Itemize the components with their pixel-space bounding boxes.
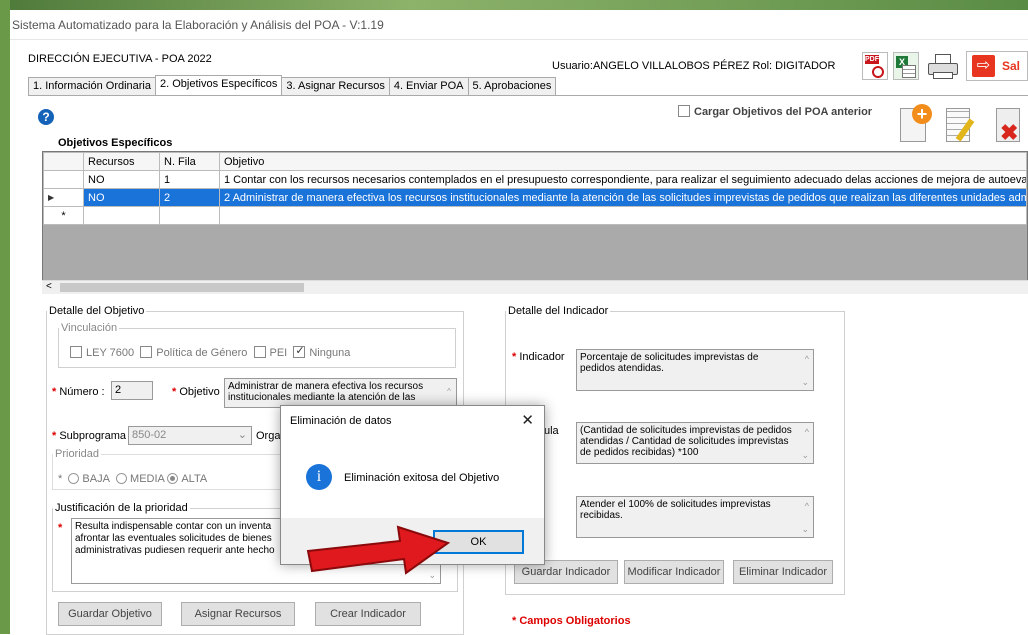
checkbox-icon	[678, 105, 690, 117]
new-row-icon: *	[43, 206, 84, 225]
vinculacion-checkboxes: LEY 7600 Política de Género PEI Ninguna	[70, 344, 350, 359]
vinculacion-legend: Vinculación	[61, 322, 118, 334]
column-header-recursos[interactable]: Recursos	[83, 152, 160, 171]
help-icon[interactable]: ?	[38, 109, 54, 125]
justificacion-required: *	[58, 522, 63, 534]
dialog-title: Eliminación de datos	[290, 415, 392, 427]
edit-document-icon[interactable]	[944, 104, 978, 144]
scroll-down-icon[interactable]: ⌄	[801, 450, 809, 461]
new-row[interactable]: *	[43, 206, 1027, 225]
scroll-arrows-icon[interactable]: ^	[444, 381, 454, 403]
meta-field[interactable]: Atender el 100% de solicitudes imprevist…	[576, 496, 814, 538]
cell-objetivo[interactable]: 2 Administrar de manera efectiva los rec…	[219, 188, 1027, 207]
cell-objetivo[interactable]: 1 Contar con los recursos necesarios con…	[219, 170, 1027, 189]
cell-nfila[interactable]: 2	[159, 188, 220, 207]
organizacion-label: Orga	[256, 430, 281, 442]
close-icon[interactable]: ✕	[521, 411, 534, 429]
radio-alta[interactable]: ALTA	[167, 473, 207, 485]
radio-baja[interactable]: BAJA	[68, 473, 110, 485]
check-pei[interactable]: PEI	[253, 346, 287, 359]
cell-recursos[interactable]: NO	[83, 188, 160, 207]
scroll-thumb[interactable]	[60, 283, 304, 292]
radio-media[interactable]: MEDIA	[116, 473, 164, 485]
cell-recursos[interactable]: NO	[83, 170, 160, 189]
column-header-objetivo[interactable]: Objetivo	[219, 152, 1027, 171]
dialog-message: Eliminación exitosa del Objetivo	[344, 472, 500, 484]
scroll-up-icon[interactable]: ^	[805, 501, 809, 512]
row-pointer-icon: ▶	[43, 188, 84, 207]
exit-button[interactable]: ⇨ Sal	[966, 51, 1028, 81]
check-genero[interactable]: Política de Género	[140, 346, 247, 359]
objetivo-field[interactable]: Administrar de manera efectiva los recur…	[224, 378, 457, 408]
chevron-down-icon: ⌄	[237, 429, 247, 441]
dialog-title-bar: Eliminación de datos ✕	[281, 406, 544, 436]
tab-aprobaciones[interactable]: 5. Aprobaciones	[467, 77, 557, 95]
exit-label: Sal	[1002, 59, 1021, 73]
info-icon: i	[306, 464, 332, 490]
window-title: Sistema Automatizado para la Elaboración…	[12, 18, 384, 32]
check-ley7600[interactable]: LEY 7600	[70, 346, 134, 359]
scroll-down-icon[interactable]: ⌄	[801, 377, 809, 388]
crear-indicador-button[interactable]: Crear Indicador	[315, 602, 421, 626]
objective-detail-legend: Detalle del Objetivo	[49, 305, 145, 317]
prioridad-radios: * BAJA MEDIA ALTA	[58, 473, 208, 485]
exit-icon: ⇨	[972, 55, 995, 77]
scroll-up-icon[interactable]: ^	[805, 354, 809, 365]
tab-objetivos[interactable]: 2. Objetivos Específicos	[155, 75, 283, 95]
numero-field[interactable]: 2	[111, 381, 153, 400]
subprograma-select[interactable]: 850-02 ⌄	[128, 426, 252, 445]
direction-label: DIRECCIÓN EJECUTIVA - POA 2022	[28, 53, 212, 65]
pdf-icon[interactable]: PDF	[862, 52, 888, 80]
tab-strip: 1. Información Ordinaria 2. Objetivos Es…	[28, 75, 557, 95]
tab-informacion[interactable]: 1. Información Ordinaria	[28, 77, 156, 95]
objetivo-label: * Objetivo	[172, 386, 220, 398]
title-bar: Sistema Automatizado para la Elaboración…	[10, 10, 1028, 40]
guardar-objetivo-button[interactable]: Guardar Objetivo	[58, 602, 162, 626]
grid-title: Objetivos Específicos	[58, 137, 173, 149]
required-note: * Campos Obligatorios	[512, 615, 631, 627]
eliminar-indicador-button[interactable]: Eliminar Indicador	[733, 560, 833, 584]
row-header-corner	[43, 152, 84, 171]
subprograma-label: * Subprograma	[52, 430, 126, 442]
objectives-grid[interactable]: Recursos N. Fila Objetivo NO 1 1 Contar …	[42, 151, 1028, 294]
left-strip	[0, 0, 10, 634]
indicador-field[interactable]: Porcentaje de solicitudes imprevistas de…	[576, 349, 814, 391]
row-header	[43, 170, 84, 189]
excel-icon[interactable]: X	[893, 52, 919, 80]
tab-recursos[interactable]: 3. Asignar Recursos	[281, 77, 390, 95]
scroll-up-icon[interactable]: ^	[805, 427, 809, 438]
scroll-left-icon[interactable]: <	[46, 281, 52, 292]
annotation-arrow	[306, 525, 451, 575]
cell-nfila[interactable]: 1	[159, 170, 220, 189]
delete-document-icon[interactable]: ✖	[992, 104, 1026, 145]
load-previous-label: Cargar Objetivos del POA anterior	[694, 106, 873, 118]
objetivo-text: Administrar de manera efectiva los recur…	[228, 381, 424, 403]
load-previous-checkbox[interactable]: Cargar Objetivos del POA anterior	[678, 105, 872, 118]
tab-enviar[interactable]: 4. Enviar POA	[388, 77, 469, 95]
formula-label: ula	[544, 425, 559, 437]
table-row-selected[interactable]: ▶ NO 2 2 Administrar de manera efectiva …	[43, 188, 1027, 207]
vinculacion-group: Vinculación	[58, 322, 456, 368]
indicador-label: * Indicador	[512, 351, 565, 363]
top-strip	[0, 0, 1028, 10]
horizontal-scrollbar[interactable]: <	[42, 280, 1028, 294]
print-icon[interactable]	[928, 54, 958, 80]
scroll-down-icon[interactable]: ⌄	[801, 524, 809, 535]
app-window: Sistema Automatizado para la Elaboración…	[0, 0, 1028, 635]
numero-label: * Número :	[52, 386, 105, 398]
user-label: Usuario:ANGELO VILLALOBOS PÉREZ Rol: DIG…	[552, 60, 836, 72]
column-header-nfila[interactable]: N. Fila	[159, 152, 220, 171]
modificar-indicador-button[interactable]: Modificar Indicador	[624, 560, 724, 584]
formula-field[interactable]: (Cantidad de solicitudes imprevistas de …	[576, 422, 814, 464]
table-row[interactable]: NO 1 1 Contar con los recursos necesario…	[43, 170, 1027, 189]
add-document-icon[interactable]: +	[898, 104, 932, 144]
check-ninguna[interactable]: Ninguna	[293, 344, 350, 359]
asignar-recursos-button[interactable]: Asignar Recursos	[181, 602, 295, 626]
